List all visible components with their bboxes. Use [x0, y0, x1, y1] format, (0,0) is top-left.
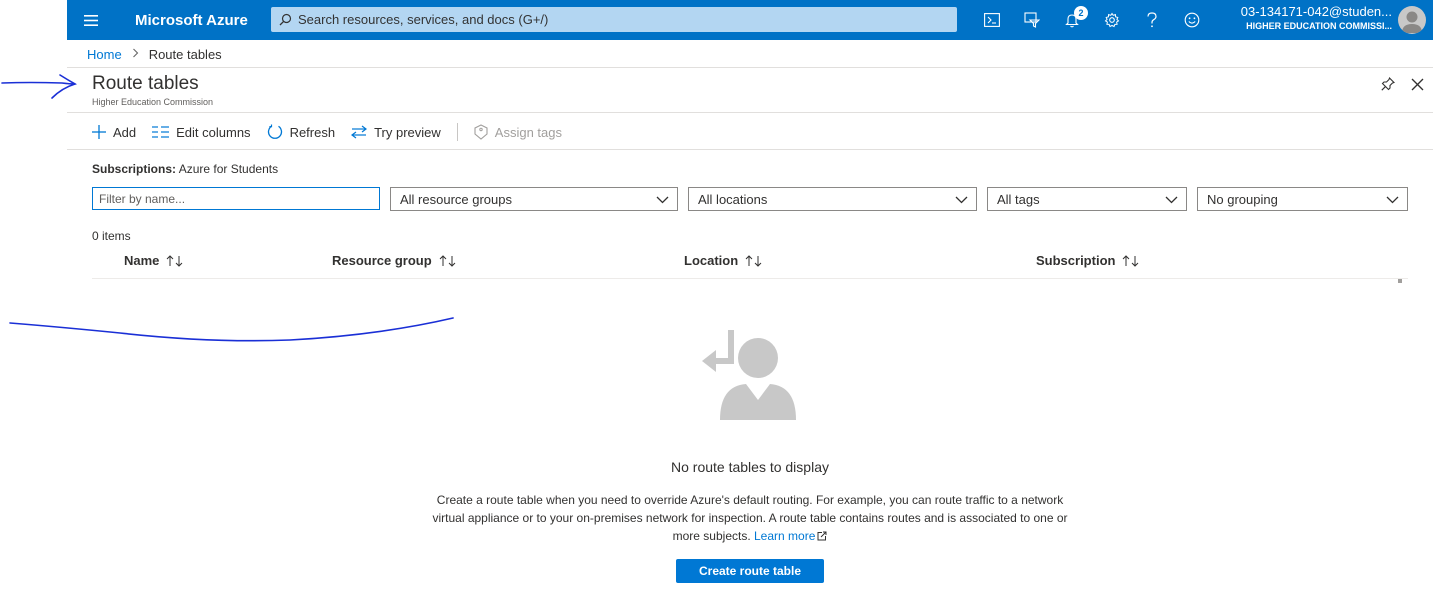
search-icon [279, 13, 292, 26]
page-subtitle: Higher Education Commission [92, 97, 214, 107]
filter-by-name-input[interactable] [92, 187, 380, 210]
table-header-divider [92, 278, 1408, 279]
avatar[interactable] [1398, 6, 1426, 34]
sort-arrows-icon [1122, 254, 1140, 267]
column-header-label: Resource group [332, 253, 432, 268]
swap-arrows-icon [351, 125, 368, 139]
annotation-underline [9, 317, 454, 342]
chevron-down-icon [1386, 192, 1399, 207]
external-link-icon [817, 528, 827, 546]
create-route-table-button[interactable]: Create route table [676, 559, 824, 583]
divider [67, 67, 1433, 68]
divider [67, 149, 1433, 150]
refresh-button[interactable]: Refresh [267, 124, 336, 140]
columns-icon [152, 126, 170, 138]
close-icon[interactable] [1407, 74, 1427, 94]
learn-more-label: Learn more [754, 529, 816, 543]
column-header-resource-group[interactable]: Resource group [332, 253, 457, 268]
try-preview-button[interactable]: Try preview [351, 125, 441, 140]
directory-filter-icon[interactable] [1012, 0, 1052, 40]
breadcrumb-current: Route tables [148, 47, 222, 62]
grouping-value: No grouping [1207, 191, 1278, 207]
refresh-icon [267, 124, 283, 140]
brand-title[interactable]: Microsoft Azure [135, 12, 248, 29]
chevron-down-icon [955, 192, 968, 207]
account-email: 03-134171-042@studen... [1240, 4, 1392, 19]
feedback-smiley-icon[interactable] [1172, 0, 1212, 40]
refresh-label: Refresh [289, 124, 336, 140]
items-count: 0 items [92, 229, 131, 243]
help-icon[interactable] [1132, 0, 1172, 40]
column-header-location[interactable]: Location [684, 253, 763, 268]
scrollbar[interactable] [1398, 279, 1402, 283]
resource-groups-dropdown[interactable]: All resource groups [390, 187, 678, 211]
resource-groups-value: All resource groups [400, 191, 512, 207]
command-separator [456, 123, 458, 141]
column-header-label: Location [684, 253, 739, 268]
sort-arrows-icon [439, 254, 457, 267]
column-header-label: Subscription [1036, 253, 1116, 268]
global-search-input[interactable]: Search resources, services, and docs (G+… [271, 7, 957, 32]
cloud-shell-icon[interactable] [972, 0, 1012, 40]
sort-arrows-icon [745, 254, 763, 267]
locations-value: All locations [698, 191, 768, 207]
empty-state-description: Create a route table when you need to ov… [420, 491, 1080, 546]
column-header-label: Name [124, 253, 160, 268]
tags-value: All tags [997, 191, 1040, 207]
plus-icon [92, 125, 106, 139]
page-title: Route tables [92, 73, 199, 94]
column-header-subscription[interactable]: Subscription [1036, 253, 1140, 268]
learn-more-link[interactable]: Learn more [754, 529, 827, 543]
add-button[interactable]: Add [92, 125, 136, 140]
notifications-icon[interactable]: 2 [1052, 0, 1092, 40]
chevron-down-icon [1165, 192, 1178, 207]
search-placeholder: Search resources, services, and docs (G+… [298, 12, 549, 27]
locations-dropdown[interactable]: All locations [688, 187, 977, 211]
annotation-arrow-head [51, 74, 77, 99]
pin-icon[interactable] [1378, 74, 1398, 94]
tag-icon [474, 124, 488, 140]
sort-arrows-icon [166, 254, 184, 267]
settings-icon[interactable] [1092, 0, 1132, 40]
empty-state-route-icon [700, 328, 800, 423]
column-header-name[interactable]: Name [124, 253, 184, 268]
empty-state-description-text: Create a route table when you need to ov… [432, 493, 1068, 543]
account-menu[interactable]: 03-134171-042@studen... HIGHER EDUCATION… [1232, 4, 1392, 31]
tags-dropdown[interactable]: All tags [987, 187, 1187, 211]
command-bar: Add Edit columns Refresh Try preview Ass… [92, 121, 578, 143]
annotation-arrow-shaft [1, 81, 76, 85]
hamburger-menu-icon[interactable] [67, 0, 115, 40]
chevron-right-icon [132, 48, 139, 61]
top-bar: Microsoft Azure Search resources, servic… [67, 0, 1433, 40]
grouping-dropdown[interactable]: No grouping [1197, 187, 1408, 211]
subscriptions-value: Azure for Students [178, 162, 279, 176]
breadcrumb: Home Route tables [87, 47, 222, 62]
edit-columns-button[interactable]: Edit columns [152, 124, 251, 140]
assign-tags-button[interactable]: Assign tags [474, 124, 562, 140]
chevron-down-icon [656, 192, 669, 207]
assign-tags-label: Assign tags [494, 124, 562, 140]
notification-count-badge: 2 [1074, 6, 1088, 20]
divider [67, 112, 1433, 113]
account-tenant: HIGHER EDUCATION COMMISSI... [1246, 21, 1392, 31]
breadcrumb-home-link[interactable]: Home [87, 47, 122, 62]
try-preview-label: Try preview [374, 124, 441, 140]
add-label: Add [113, 124, 137, 140]
empty-state-title: No route tables to display [671, 459, 829, 475]
edit-columns-label: Edit columns [176, 124, 251, 140]
subscriptions-label: Subscriptions: [92, 162, 177, 176]
top-icon-group: 2 [972, 0, 1212, 40]
subscriptions-filter[interactable]: Subscriptions: Azure for Students [92, 162, 278, 176]
